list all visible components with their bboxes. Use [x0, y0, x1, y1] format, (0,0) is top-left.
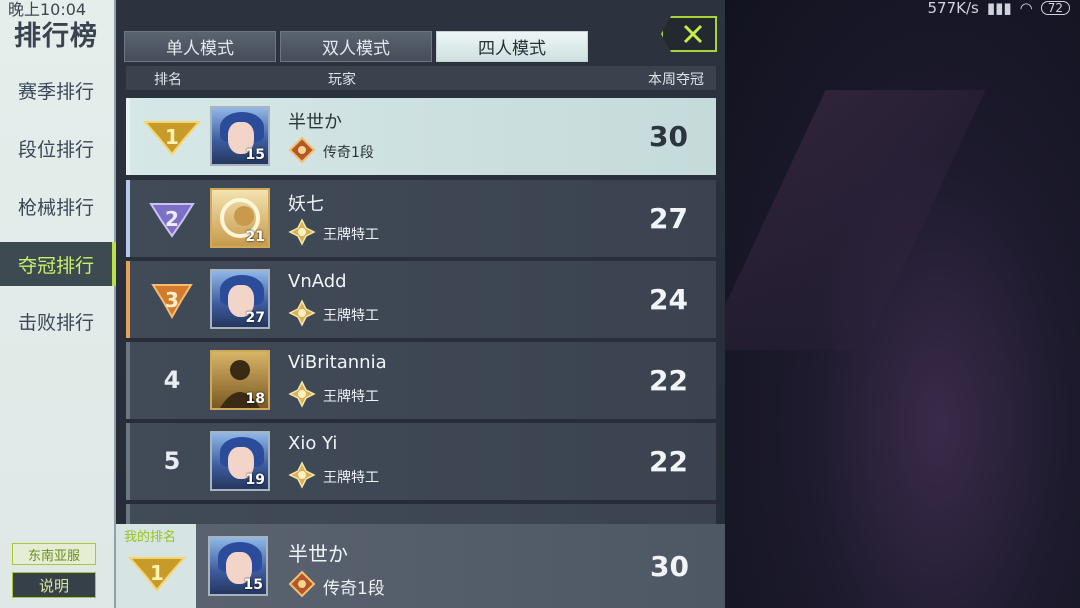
close-button[interactable]: [661, 16, 717, 52]
my-rank-cell: 我的排名 1: [116, 524, 196, 608]
ace-agent-tier-icon: [288, 299, 316, 327]
table-row[interactable]: 1 15 半世か 传奇1段 30: [126, 98, 716, 175]
sidebar-item-weapon[interactable]: 枪械排行: [0, 184, 116, 228]
table-row[interactable]: 2 21 妖七 王牌特工 27: [126, 180, 716, 257]
tab-duo[interactable]: 双人模式: [280, 31, 432, 62]
network-speed: 577K/s: [927, 0, 979, 17]
my-tier: 传奇1段: [323, 579, 385, 599]
player-tier: 王牌特工: [323, 389, 379, 405]
signal-icon: ▮▮▮: [986, 0, 1012, 17]
ace-agent-tier-icon: [288, 380, 316, 408]
wifi-icon: ◠: [1019, 0, 1033, 17]
player-level: 18: [245, 391, 265, 407]
header-rank: 排名: [154, 72, 182, 88]
ace-agent-tier-icon: [288, 461, 316, 489]
page-title: 排行榜: [14, 21, 98, 52]
table-row[interactable]: [126, 504, 716, 524]
my-weekly-wins: 30: [650, 550, 689, 583]
my-rank-number: 1: [150, 561, 164, 585]
player-tier: 传奇1段: [323, 145, 374, 161]
player-level: 19: [245, 472, 265, 488]
player-level: 27: [245, 310, 265, 326]
weekly-wins: 22: [649, 364, 688, 397]
my-rank-label: 我的排名: [124, 530, 177, 545]
ace-agent-tier-icon: [288, 218, 316, 246]
sidebar-item-season[interactable]: 赛季排行: [0, 68, 116, 112]
player-name: VnAdd: [288, 271, 347, 292]
tab-solo[interactable]: 单人模式: [124, 31, 276, 62]
legend-tier-icon: [288, 136, 316, 164]
table-row[interactable]: 3 27 VnAdd 王牌特工 24: [126, 261, 716, 338]
header-weekly-wins: 本周夺冠: [648, 72, 704, 88]
weekly-wins: 22: [649, 445, 688, 478]
rank-number: 1: [165, 125, 179, 149]
player-name: ViBritannia: [288, 352, 387, 373]
player-level: 15: [245, 147, 265, 163]
weekly-wins: 27: [649, 202, 688, 235]
table-row[interactable]: 4 18 ViBritannia 王牌特工 22: [126, 342, 716, 419]
weekly-wins: 24: [649, 283, 688, 316]
my-level: 15: [243, 577, 263, 593]
my-avatar: 15: [208, 536, 268, 596]
sidebar: 晚上10:04 排行榜 赛季排行 段位排行 枪械排行 夺冠排行 击败排行 东南亚…: [0, 0, 116, 608]
player-tier: 王牌特工: [323, 470, 379, 486]
avatar: 27: [210, 269, 270, 329]
rank-2-badge-icon: 2: [142, 190, 202, 246]
close-icon: [683, 24, 703, 44]
rank-3-badge-icon: 3: [142, 271, 202, 327]
table-header: 排名 玩家 本周夺冠: [126, 66, 716, 90]
avatar: 19: [210, 431, 270, 491]
player-name: 半世か: [288, 112, 342, 133]
server-badge: 东南亚服: [12, 543, 96, 565]
sidebar-item-wins[interactable]: 夺冠排行: [0, 242, 116, 286]
avatar: 21: [210, 188, 270, 248]
leaderboard-panel: 单人模式 双人模式 四人模式 排名 玩家 本周夺冠 1 15 半世か 传奇1段 …: [116, 0, 725, 608]
player-tier: 王牌特工: [323, 308, 379, 324]
player-name: 妖七: [288, 194, 324, 215]
tab-squad[interactable]: 四人模式: [436, 31, 588, 62]
avatar: 18: [210, 350, 270, 410]
sidebar-item-kills[interactable]: 击败排行: [0, 299, 116, 343]
player-level: 21: [245, 229, 265, 245]
my-player-name: 半世か: [288, 542, 348, 566]
rank-number: 5: [163, 447, 181, 475]
rank-1-badge-icon: 1: [128, 557, 186, 592]
avatar: 15: [210, 106, 270, 166]
rank-1-badge-icon: 1: [142, 108, 202, 164]
legend-tier-icon: [288, 570, 316, 598]
my-rank-bar: 我的排名 1 15 半世か 传奇1段 30: [116, 524, 725, 608]
sidebar-item-tier[interactable]: 段位排行: [0, 126, 116, 170]
battery-level: 72: [1040, 1, 1070, 15]
weekly-wins: 30: [649, 120, 688, 153]
rank-number: 2: [165, 207, 179, 231]
player-tier: 王牌特工: [323, 227, 379, 243]
background-art: 577K/s ▮▮▮ ◠ 72: [704, 0, 1080, 608]
help-button[interactable]: 说明: [12, 572, 96, 598]
background-stripe: [704, 90, 986, 350]
status-bar-right: 577K/s ▮▮▮ ◠ 72: [927, 0, 1070, 17]
rank-number: 4: [163, 366, 181, 394]
rank-number: 3: [165, 288, 179, 312]
table-row[interactable]: 5 19 Xio Yi 王牌特工 22: [126, 423, 716, 500]
header-player: 玩家: [328, 72, 356, 88]
player-name: Xio Yi: [288, 433, 338, 454]
